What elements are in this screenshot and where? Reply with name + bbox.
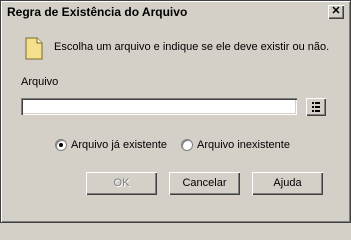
radio-existing-label[interactable]: Arquivo já existente [71,139,167,151]
document-icon [25,37,43,60]
title-bar: Regra de Existência do Arquivo ✕ [3,3,348,21]
help-button-label: Ajuda [273,177,302,189]
radio-selected-dot [59,143,63,147]
ok-button-label: OK [113,177,130,189]
help-button[interactable]: Ajuda [252,172,323,195]
intro-text: Escolha um arquivo e indique se ele deve… [54,41,330,53]
file-path-input[interactable] [21,98,297,115]
file-label: Arquivo [21,76,58,88]
ok-button[interactable]: OK [86,172,157,195]
browse-button[interactable] [306,98,326,116]
close-button[interactable]: ✕ [328,5,344,19]
radio-nonexisting-label[interactable]: Arquivo inexistente [197,139,290,151]
close-icon: ✕ [331,5,341,17]
cancel-button[interactable]: Cancelar [169,172,240,195]
list-browse-icon [312,102,320,112]
file-label-text: Arquivo [21,76,59,88]
radio-nonexisting[interactable] [181,139,193,151]
window-title: Regra de Existência do Arquivo [7,5,188,19]
radio-existing[interactable] [55,139,67,151]
cancel-button-label: Cancelar [182,177,227,189]
